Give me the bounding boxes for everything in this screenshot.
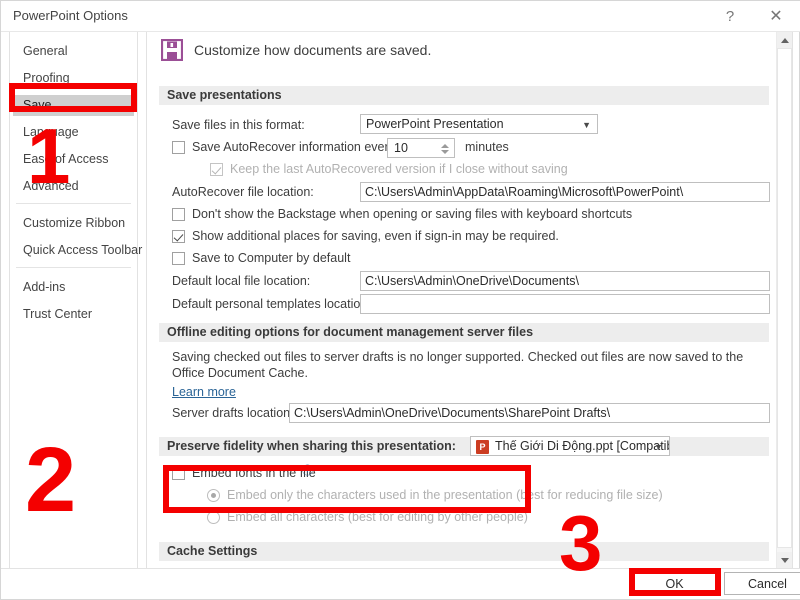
floppy-disk-save-icon [161, 39, 183, 61]
scrollbar-thumb[interactable] [777, 48, 792, 548]
sidebar-item-label: Save [23, 98, 52, 112]
sidebar-item-general[interactable]: General [10, 41, 137, 62]
default-templates-location-label: Default personal templates location: [172, 297, 371, 311]
sidebar-divider [16, 203, 131, 204]
dialog-title: PowerPoint Options [13, 8, 128, 23]
dialog-footer: OK Cancel [1, 568, 800, 599]
save-format-value: PowerPoint Presentation [366, 117, 504, 131]
sidebar-divider [16, 267, 131, 268]
save-to-computer-checkbox[interactable] [172, 252, 185, 265]
sidebar-item-language[interactable]: Language [10, 122, 137, 143]
sidebar-item-label: Quick Access Toolbar [23, 243, 143, 257]
autorecover-location-label: AutoRecover file location: [172, 185, 314, 199]
sidebar-item-label: Customize Ribbon [23, 216, 126, 230]
chevron-down-icon: ▼ [582, 120, 591, 130]
sidebar-item-label: General [23, 44, 68, 58]
title-bar: PowerPoint Options ? ✕ [1, 1, 800, 32]
sidebar-item-add-ins[interactable]: Add-ins [10, 277, 137, 298]
server-drafts-location-label: Server drafts location: [172, 406, 294, 420]
additional-places-checkbox[interactable] [172, 230, 185, 243]
stepper-arrows-icon[interactable] [440, 140, 449, 157]
sidebar-item-proofing[interactable]: Proofing [10, 68, 137, 89]
cancel-button[interactable]: Cancel [724, 572, 800, 595]
pane-header-title: Customize how documents are saved. [194, 42, 432, 58]
powerpoint-options-dialog: PowerPoint Options ? ✕ General Proofing … [0, 0, 800, 600]
default-templates-location-input[interactable] [360, 294, 770, 314]
options-pane: Customize how documents are saved. Save … [146, 32, 793, 570]
hide-backstage-checkbox[interactable] [172, 208, 185, 221]
sidebar-item-customize-ribbon[interactable]: Customize Ribbon [10, 213, 137, 234]
embed-all-characters-radio[interactable] [207, 511, 220, 524]
minutes-label: minutes [465, 140, 509, 154]
preserve-fidelity-file-combo[interactable]: P Thế Giới Di Động.ppt [Compatibility M.… [470, 436, 670, 456]
keep-last-autorecovered-label: Keep the last AutoRecovered version if I… [230, 162, 568, 176]
chevron-down-icon: ▼ [654, 442, 663, 452]
sidebar-item-label: Language [23, 125, 79, 139]
powerpoint-file-icon: P [476, 440, 489, 454]
close-icon[interactable]: ✕ [753, 1, 799, 31]
autorecover-minutes-value: 10 [394, 141, 408, 155]
embed-only-used-radio[interactable] [207, 489, 220, 502]
offline-editing-description: Saving checked out files to server draft… [172, 350, 744, 380]
sidebar-item-label: Advanced [23, 179, 79, 193]
pane-header: Customize how documents are saved. [161, 39, 431, 61]
save-to-computer-label: Save to Computer by default [192, 251, 351, 265]
default-local-location-label: Default local file location: [172, 274, 311, 288]
sidebar-item-trust-center[interactable]: Trust Center [10, 304, 137, 325]
sidebar-item-label: Proofing [23, 71, 70, 85]
sidebar-item-save[interactable]: Save [13, 95, 134, 116]
autorecover-checkbox[interactable] [172, 141, 185, 154]
embed-only-used-label: Embed only the characters used in the pr… [227, 488, 663, 502]
info-icon[interactable]: ⓘ [302, 462, 313, 478]
section-save-presentations-header: Save presentations [159, 86, 769, 105]
server-drafts-location-input[interactable]: C:\Users\Admin\OneDrive\Documents\ShareP… [289, 403, 770, 423]
default-local-location-input[interactable]: C:\Users\Admin\OneDrive\Documents\ [360, 271, 770, 291]
autorecover-location-input[interactable]: C:\Users\Admin\AppData\Roaming\Microsoft… [360, 182, 770, 202]
keep-last-autorecovered-checkbox [210, 163, 223, 176]
ok-button[interactable]: OK [631, 572, 718, 595]
sidebar-item-label: Ease of Access [23, 152, 109, 166]
embed-fonts-label: Embed fonts in the file [192, 466, 316, 480]
sidebar-item-quick-access-toolbar[interactable]: Quick Access Toolbar [10, 240, 142, 261]
additional-places-label: Show additional places for saving, even … [192, 229, 559, 243]
section-cache-settings-header: Cache Settings [159, 542, 769, 561]
scroll-down-arrow-icon[interactable] [777, 552, 792, 568]
save-format-combo[interactable]: PowerPoint Presentation ▼ [360, 114, 598, 134]
scroll-up-arrow-icon[interactable] [777, 32, 792, 48]
vertical-scrollbar[interactable] [776, 32, 792, 568]
sidebar-item-advanced[interactable]: Advanced [10, 176, 137, 197]
section-offline-editing-header: Offline editing options for document man… [159, 323, 769, 342]
embed-fonts-checkbox[interactable] [172, 467, 185, 480]
autorecover-minutes-stepper[interactable]: 10 [387, 138, 455, 158]
section-preserve-fidelity-header: Preserve fidelity when sharing this pres… [159, 437, 769, 456]
sidebar-item-label: Trust Center [23, 307, 93, 321]
hide-backstage-label: Don't show the Backstage when opening or… [192, 207, 633, 221]
learn-more-link[interactable]: Learn more [172, 385, 236, 399]
sidebar-item-label: Add-ins [23, 280, 66, 294]
sidebar-nav: General Proofing Save Language Ease of A… [9, 32, 142, 570]
autorecover-label: Save AutoRecover information every [192, 140, 395, 154]
preserve-fidelity-file-value: Thế Giới Di Động.ppt [Compatibility M... [495, 439, 669, 453]
sidebar-item-ease-of-access[interactable]: Ease of Access [10, 149, 137, 170]
help-icon[interactable]: ? [707, 1, 753, 31]
embed-all-characters-label: Embed all characters (best for editing b… [227, 510, 528, 524]
save-format-label: Save files in this format: [172, 118, 305, 132]
